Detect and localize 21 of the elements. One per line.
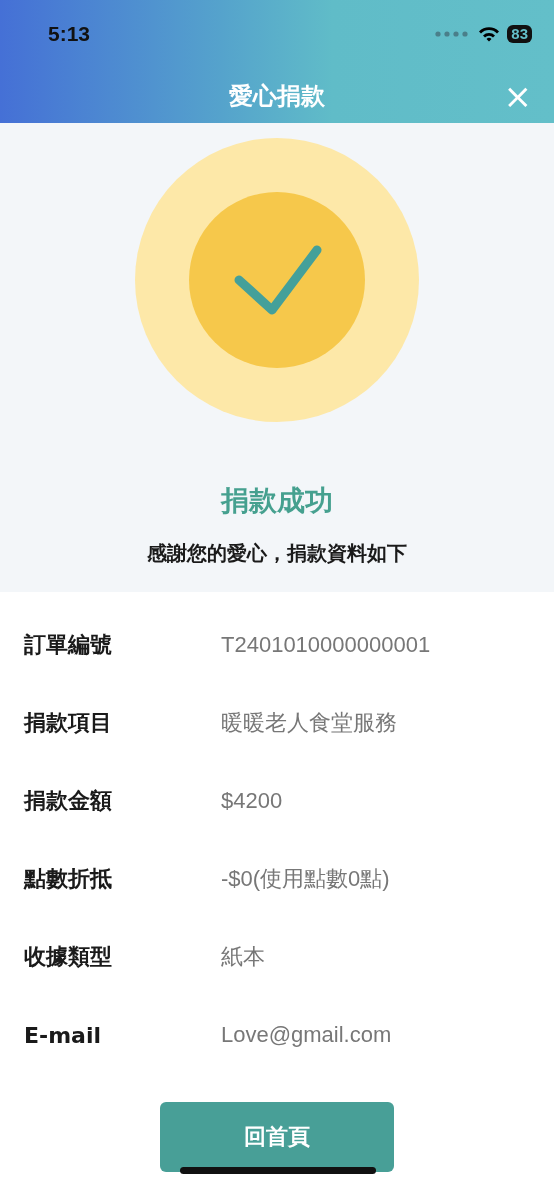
detail-label: 捐款金額 (24, 787, 113, 815)
detail-label: 收據類型 (24, 943, 113, 971)
close-button[interactable]: × (503, 78, 532, 113)
battery-icon: 83 (507, 25, 532, 43)
detail-value: 暖暖老人食堂服務 (221, 709, 397, 737)
success-message: 感謝您的愛心，捐款資料如下 (147, 540, 407, 567)
detail-value: -$0(使用點數0點) (221, 865, 390, 893)
page-title: 愛心捐款 (229, 80, 325, 112)
home-button[interactable]: 回首頁 (160, 1102, 394, 1172)
detail-value: T2401010000000001 (221, 632, 431, 658)
detail-label: 點數折抵 (24, 865, 113, 893)
success-title: 捐款成功 (221, 483, 333, 519)
detail-label: 訂單編號 (24, 631, 113, 659)
detail-value: 紙本 (221, 943, 265, 971)
detail-label: 捐款項目 (24, 709, 113, 737)
detail-value: $4200 (221, 788, 283, 814)
status-time: 5:13 (48, 22, 91, 46)
detail-value: Love@gmail.com (221, 1022, 392, 1048)
detail-label: E-mail (24, 1022, 102, 1048)
success-check-icon (135, 138, 419, 422)
wifi-icon (478, 26, 501, 42)
